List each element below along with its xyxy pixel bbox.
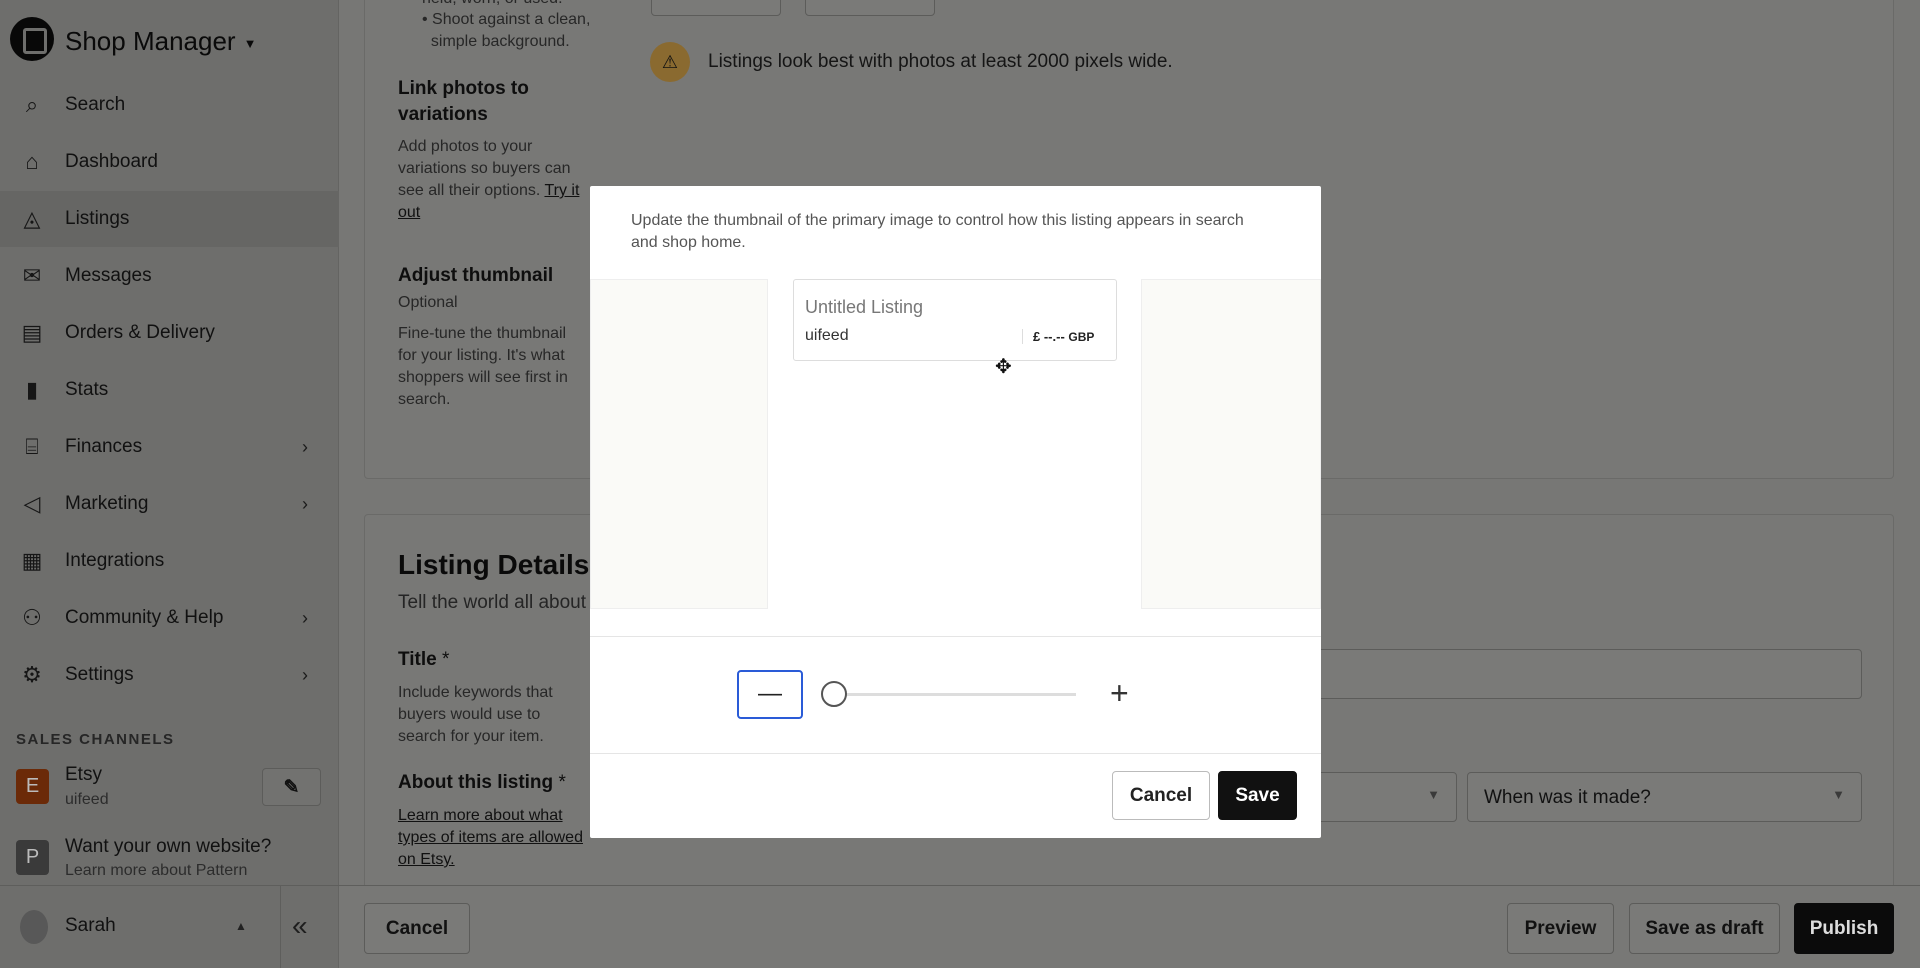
adjust-thumbnail-desc: Fine-tune the thumbnail for your listing… — [398, 325, 568, 408]
modal-save-button[interactable]: Save — [1218, 771, 1297, 820]
title-label: Title * — [398, 649, 450, 670]
photo-size-warning: Listings look best with photos at least … — [708, 51, 1173, 72]
bar-chart-icon: ▮ — [25, 377, 39, 402]
sidebar-item-label: Search — [65, 94, 126, 115]
sidebar-item-messages[interactable]: ✉ Messages — [0, 248, 339, 304]
shop-manager-menu[interactable]: Shop Manager ▼ — [65, 26, 256, 57]
about-label: About this listing * — [398, 772, 566, 793]
photo-slot[interactable] — [651, 0, 781, 16]
collapse-sidebar-icon[interactable]: « — [292, 910, 308, 942]
preview-title: Untitled Listing — [805, 297, 924, 317]
avatar[interactable] — [20, 910, 48, 944]
sidebar-item-label: Marketing — [65, 493, 149, 514]
sidebar: Shop Manager ▼ ⌕ Search ⌂ Dashboard ◬ Listings… — [0, 0, 339, 968]
when-made-value: When was it made? — [1484, 787, 1651, 808]
sidebar-item-marketing[interactable]: ◁ Marketing › — [0, 476, 339, 532]
sidebar-item-label: Settings — [65, 664, 134, 685]
chevron-right-icon: › — [302, 607, 308, 628]
sidebar-item-orders-delivery[interactable]: ▤ Orders & Delivery — [0, 305, 339, 361]
shop-logo-icon — [10, 17, 54, 61]
sidebar-item-stats[interactable]: ▮ Stats — [0, 362, 339, 418]
bank-icon: ⌸ — [25, 434, 39, 459]
zoom-out-button[interactable]: — — [737, 670, 803, 719]
thumbnail-preview-left — [590, 279, 768, 609]
adjust-thumbnail-modal: Update the thumbnail of the primary imag… — [590, 186, 1321, 838]
gear-icon: ⚙ — [22, 662, 42, 687]
user-menu[interactable]: Sarah — [65, 915, 116, 937]
link-photos-heading: Link photos to variations — [398, 78, 529, 125]
pattern-subtitle: Learn more about Pattern — [65, 862, 248, 879]
sidebar-item-label: Listings — [65, 208, 130, 229]
caret-down-icon: ▼ — [243, 35, 257, 51]
search-icon: ⌕ — [25, 92, 39, 117]
sidebar-item-search[interactable]: ⌕ Search — [0, 77, 339, 133]
sidebar-item-settings[interactable]: ⚙ Settings › — [0, 647, 339, 703]
optional-label: Optional — [398, 294, 458, 311]
cancel-button[interactable]: Cancel — [364, 903, 470, 954]
allowed-items-link[interactable]: Learn more about what types of items are… — [398, 805, 588, 871]
footer-bar: Cancel Preview Save as draft Publish — [339, 885, 1920, 968]
sidebar-item-label: Dashboard — [65, 151, 158, 172]
pattern-link[interactable]: Want your own website? — [65, 836, 271, 858]
pencil-icon: ✎ — [283, 776, 300, 798]
etsy-badge: E — [16, 769, 49, 804]
sidebar-item-label: Orders & Delivery — [65, 322, 215, 343]
adjust-thumbnail-heading: Adjust thumbnail — [398, 265, 554, 286]
modal-description: Update the thumbnail of the primary imag… — [631, 212, 1244, 251]
listing-details-heading: Listing Details — [398, 549, 590, 580]
save-as-draft-button[interactable]: Save as draft — [1629, 903, 1780, 954]
zoom-slider[interactable] — [834, 693, 1076, 696]
brand-label: Shop Manager — [65, 26, 236, 56]
grid-icon: ▦ — [21, 548, 43, 573]
zoom-in-button[interactable]: + — [1110, 675, 1129, 712]
when-made-select[interactable]: When was it made? ▼ — [1467, 772, 1862, 822]
people-icon: ⚇ — [22, 605, 42, 630]
move-cursor-icon: ✥ — [995, 356, 1012, 378]
sidebar-item-finances[interactable]: ⌸ Finances › — [0, 419, 339, 475]
warning-icon: ⚠ — [650, 42, 690, 82]
listing-details-subtitle: Tell the world all about — [398, 592, 586, 613]
sidebar-item-label: Messages — [65, 265, 152, 286]
preview-price: £ --.-- GBP — [1022, 329, 1094, 344]
title-help: Include keywords that buyers would use t… — [398, 684, 553, 745]
chevron-right-icon: › — [302, 664, 308, 685]
preview-button[interactable]: Preview — [1507, 903, 1614, 954]
photo-slot[interactable] — [805, 0, 935, 16]
caret-up-icon[interactable]: ▲ — [235, 919, 247, 933]
publish-button[interactable]: Publish — [1794, 903, 1894, 954]
chevron-down-icon: ▼ — [1832, 787, 1845, 802]
thumbnail-crop-area[interactable]: Untitled Listing uifeed £ --.-- GBP — [793, 279, 1117, 361]
edit-channel-button[interactable]: ✎ — [262, 768, 321, 806]
pattern-badge: P — [16, 840, 49, 875]
sidebar-item-label: Stats — [65, 379, 109, 400]
sidebar-item-label: Community & Help — [65, 607, 224, 628]
envelope-icon: ✉ — [22, 263, 42, 288]
sidebar-item-label: Finances — [65, 436, 143, 457]
home-icon: ⌂ — [25, 149, 39, 174]
thumbnail-preview-right — [1141, 279, 1321, 609]
sidebar-item-label: Integrations — [65, 550, 165, 571]
chevron-down-icon: ▼ — [1427, 787, 1440, 802]
etsy-channel-link[interactable]: Etsy — [65, 764, 102, 786]
sales-channels-label: SALES CHANNELS — [16, 731, 175, 748]
link-photos-desc: Add photos to your variations so buyers … — [398, 138, 580, 221]
sidebar-item-dashboard[interactable]: ⌂ Dashboard — [0, 134, 339, 190]
chevron-right-icon: › — [302, 493, 308, 514]
modal-cancel-button[interactable]: Cancel — [1112, 771, 1210, 820]
zoom-slider-handle[interactable] — [821, 681, 847, 707]
megaphone-icon: ◁ — [23, 491, 41, 516]
preview-shop: uifeed — [805, 327, 849, 344]
tip-bullet: • Shoot against a clean, simple backgrou… — [422, 11, 591, 50]
etsy-shop-name: uifeed — [65, 791, 109, 808]
chevron-right-icon: › — [302, 436, 308, 457]
sidebar-item-integrations[interactable]: ▦ Integrations — [0, 533, 339, 589]
sidebar-item-community-help[interactable]: ⚇ Community & Help › — [0, 590, 339, 646]
clipboard-icon: ▤ — [21, 320, 43, 345]
sidebar-item-listings[interactable]: ◬ Listings — [0, 191, 339, 247]
shapes-icon: ◬ — [23, 206, 41, 231]
